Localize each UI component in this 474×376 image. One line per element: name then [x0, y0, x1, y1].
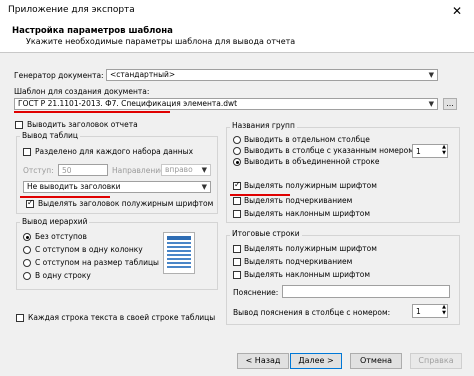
split-label: Разделено для каждого набора данных: [35, 147, 194, 156]
bold-header-label: Выделять заголовок полужирным шрифтом: [38, 199, 214, 208]
group-italic-checkbox[interactable]: [233, 210, 241, 218]
hierarchy-group-label: Вывод иерархий: [20, 217, 90, 226]
chevron-down-icon: ▼: [201, 166, 207, 174]
bold-header-checkbox[interactable]: [26, 198, 34, 208]
header-mode-value: Не выводить заголовки: [27, 182, 121, 191]
browse-button[interactable]: ...: [443, 98, 457, 110]
wizard-header: Настройка параметров шаблона Укажите нео…: [0, 22, 474, 53]
each-row-label: Каждая строка текста в своей строке табл…: [28, 313, 216, 322]
direction-value: вправо: [165, 165, 193, 174]
group-option-label: Выводить в столбце с указанным номером: [244, 146, 414, 155]
page-title: Настройка параметров шаблона: [12, 26, 173, 36]
help-button[interactable]: Справка: [410, 353, 462, 369]
hierarchy-option-label: В одну строку: [35, 271, 91, 280]
each-row-checkbox[interactable]: [16, 314, 24, 322]
totals-underline-checkbox[interactable]: [233, 258, 241, 266]
chevron-down-icon: ▼: [428, 71, 434, 79]
group-option-label: Выводить в объединенной строке: [244, 157, 380, 166]
group-column-stepper[interactable]: 1 ▲ ▼: [412, 144, 448, 158]
chevron-down-icon: ▼: [201, 183, 207, 191]
indent-label: Отступ:: [23, 166, 54, 175]
hierarchy-radio-one-column[interactable]: [23, 246, 31, 254]
totals-group-label: Итоговые строки: [230, 229, 302, 238]
chevron-down-icon: ▼: [428, 100, 434, 108]
expl-column-label: Вывод пояснения в столбце с номером:: [233, 308, 391, 317]
group-check-label: Выделять полужирным шрифтом: [244, 181, 377, 190]
indent-input[interactable]: 50: [58, 164, 108, 176]
totals-check-label: Выделять полужирным шрифтом: [244, 244, 377, 253]
template-select[interactable]: ГОСТ Р 21.1101-2013. Ф7. Спецификация эл…: [14, 98, 438, 110]
window-title: Приложение для экспорта: [8, 5, 135, 15]
annotation-underline: [14, 111, 170, 113]
group-option-label: Выводить в отдельном столбце: [244, 135, 370, 144]
group-check-label: Выделять подчеркиванием: [244, 196, 353, 205]
generator-value: <стандартный>: [110, 70, 176, 79]
split-checkbox[interactable]: [23, 148, 31, 156]
generator-label: Генератор документа:: [14, 71, 104, 80]
hierarchy-radio-table-size[interactable]: [23, 259, 31, 267]
hierarchy-radio-none[interactable]: [23, 233, 31, 241]
template-value: ГОСТ Р 21.1101-2013. Ф7. Спецификация эл…: [18, 99, 238, 108]
totals-bold-checkbox[interactable]: [233, 245, 241, 253]
totals-check-label: Выделять подчеркиванием: [244, 257, 353, 266]
group-radio-merged[interactable]: [233, 158, 241, 166]
spinner-arrows-icon[interactable]: ▲ ▼: [442, 144, 446, 156]
explanation-label: Пояснение:: [233, 288, 279, 297]
output-title-checkbox[interactable]: [15, 121, 23, 129]
group-names-group-label: Названия групп: [230, 121, 297, 130]
totals-italic-checkbox[interactable]: [233, 271, 241, 279]
hierarchy-option-label: С отступом в одну колонку: [35, 245, 143, 254]
group-check-label: Выделять наклонным шрифтом: [244, 209, 371, 218]
hierarchy-option-label: Без отступов: [35, 232, 87, 241]
title-bar: Приложение для экспорта ✕: [0, 0, 474, 22]
group-column-value: 1: [416, 147, 421, 156]
generator-select[interactable]: <стандартный> ▼: [106, 69, 438, 81]
hierarchy-option-label: С отступом на размер таблицы: [35, 258, 159, 267]
totals-check-label: Выделять наклонным шрифтом: [244, 270, 371, 279]
output-title-label: Выводить заголовок отчета: [27, 120, 138, 129]
next-button[interactable]: Далее >: [290, 353, 342, 369]
table-output-group-label: Вывод таблиц: [20, 131, 81, 140]
group-bold-checkbox[interactable]: [233, 180, 241, 190]
group-underline-checkbox[interactable]: [233, 197, 241, 205]
indent-value: 50: [62, 166, 72, 175]
table-preview-icon: [163, 232, 195, 274]
cancel-button[interactable]: Отмена: [350, 353, 402, 369]
header-mode-select[interactable]: Не выводить заголовки ▼: [23, 181, 211, 193]
group-radio-numbered[interactable]: [233, 147, 241, 155]
spinner-arrows-icon[interactable]: ▲ ▼: [442, 304, 446, 316]
expl-column-value: 1: [416, 307, 421, 316]
expl-column-stepper[interactable]: 1 ▲ ▼: [412, 304, 448, 318]
direction-label: Направление:: [112, 166, 168, 175]
explanation-input[interactable]: [282, 285, 450, 298]
close-icon[interactable]: ✕: [452, 4, 462, 18]
hierarchy-radio-one-row[interactable]: [23, 272, 31, 280]
template-label: Шаблон для создания документа:: [14, 87, 150, 96]
back-button[interactable]: < Назад: [237, 353, 289, 369]
direction-select[interactable]: вправо ▼: [161, 164, 211, 176]
page-subtitle: Укажите необходимые параметры шаблона дл…: [26, 37, 296, 46]
group-radio-separate[interactable]: [233, 136, 241, 144]
